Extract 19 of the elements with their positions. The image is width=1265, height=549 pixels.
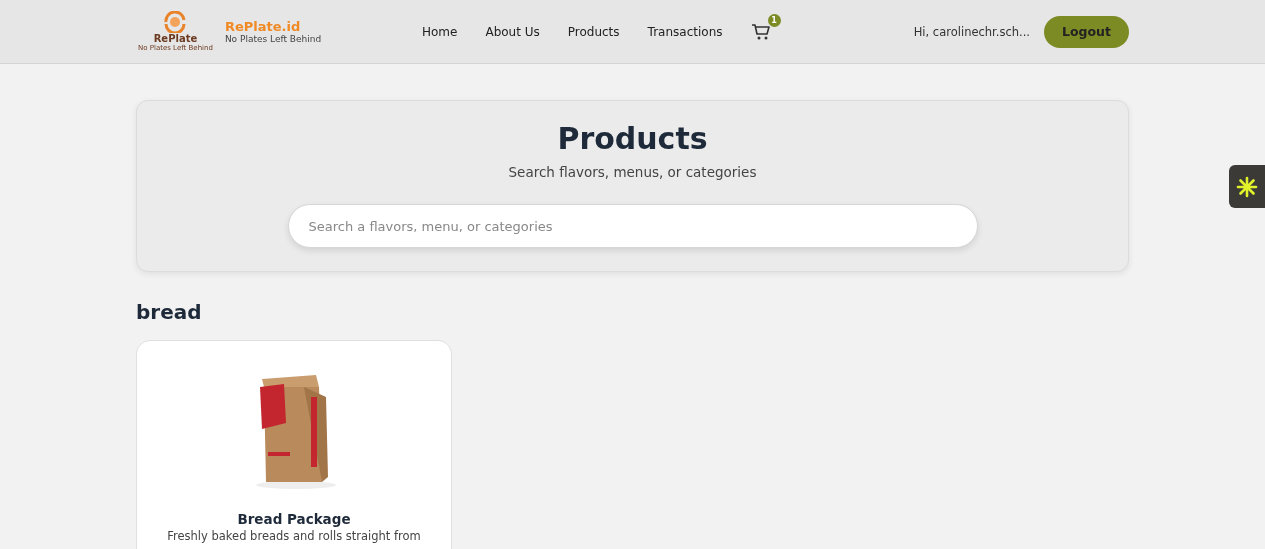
cart-count-badge: 1 <box>767 13 781 27</box>
category-heading: bread <box>136 300 203 324</box>
nav-link[interactable]: About Us <box>485 24 540 39</box>
page-subtitle: Search flavors, menus, or categories <box>508 164 757 180</box>
user-greeting: Hi, carolinechr.sch... <box>913 24 1031 39</box>
nav-link[interactable]: Products <box>567 24 620 39</box>
nav-link[interactable]: Home <box>422 24 458 39</box>
nav-link[interactable]: Transactions <box>647 24 723 39</box>
product-name: Bread Package <box>237 511 351 527</box>
brand-subtitle: No Plates Left Behind <box>224 34 322 44</box>
product-card[interactable]: Bread Package Freshly baked breads and rolls straight from <box>136 340 452 549</box>
page-title: Products <box>557 121 708 156</box>
asterisk-icon <box>1236 175 1258 198</box>
search-field[interactable]: Search a flavors, menu, or categories <box>287 204 978 248</box>
widget-button[interactable] <box>1229 165 1265 208</box>
logout-button[interactable]: Logout <box>1044 15 1129 48</box>
product-description: Freshly baked breads and rolls straight from <box>167 529 421 543</box>
logo-name: RePlate <box>153 33 198 44</box>
cart-icon[interactable] <box>750 22 771 41</box>
